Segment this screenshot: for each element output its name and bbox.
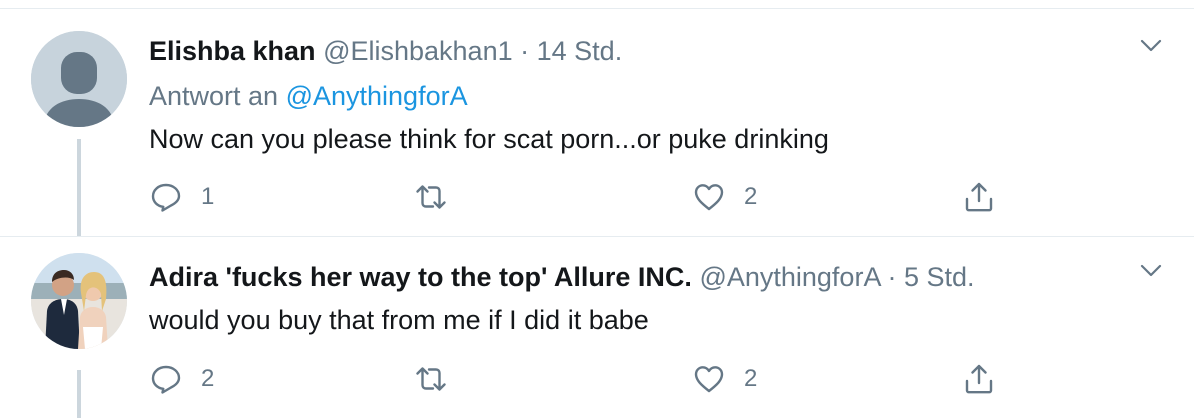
timestamp[interactable]: 5 Std.: [904, 262, 975, 292]
retweet-button[interactable]: [414, 359, 448, 399]
reply-prefix: Antwort an: [149, 81, 279, 111]
share-icon: [965, 364, 993, 394]
replying-to: Antwort an @AnythingforA: [149, 79, 468, 113]
tweet-text: Now can you please think for scat porn..…: [149, 124, 829, 154]
user-handle[interactable]: @Elishbakhan1: [323, 36, 513, 66]
reply-mention-link[interactable]: @AnythingforA: [286, 81, 468, 111]
reply-count: 1: [201, 183, 215, 210]
separator-dot: ·: [887, 262, 897, 292]
user-handle[interactable]: @AnythingforA: [699, 262, 880, 292]
profile-photo-avatar: [31, 253, 127, 349]
retweet-icon: [416, 367, 446, 391]
retweet-button[interactable]: [414, 177, 448, 217]
reply-icon: [151, 365, 181, 394]
like-button[interactable]: 2: [692, 177, 757, 217]
like-count: 2: [744, 365, 758, 392]
display-name[interactable]: Elishba khan: [149, 36, 316, 66]
like-count: 2: [744, 183, 758, 210]
tweet-header: Elishba khan @Elishbakhan1 · 14 Std.: [149, 34, 622, 68]
display-name[interactable]: Adira 'fucks her way to the top' Allure …: [149, 262, 692, 292]
separator-dot: ·: [520, 36, 530, 66]
chevron-down-icon[interactable]: [1140, 39, 1162, 53]
share-button[interactable]: [962, 177, 996, 217]
thread-line: [77, 139, 81, 236]
action-bar: 1 2: [149, 177, 1149, 217]
like-icon: [694, 366, 724, 393]
reply-button[interactable]: 2: [149, 359, 214, 399]
timestamp[interactable]: 14 Std.: [537, 36, 623, 66]
thread-line: [77, 370, 81, 418]
reply-button[interactable]: 1: [149, 177, 214, 217]
tweet[interactable]: Elishba khan @Elishbakhan1 · 14 Std. Ant…: [0, 9, 1194, 237]
avatar[interactable]: [31, 31, 127, 127]
tweet-text: would you buy that from me if I did it b…: [149, 305, 649, 335]
reply-count: 2: [201, 365, 215, 392]
action-bar: 2 2: [149, 359, 1149, 399]
like-button[interactable]: 2: [692, 359, 757, 399]
reply-icon: [151, 183, 181, 212]
tweet-header: Adira 'fucks her way to the top' Allure …: [149, 260, 975, 294]
like-icon: [694, 184, 724, 211]
retweet-icon: [416, 185, 446, 209]
avatar[interactable]: [31, 253, 127, 349]
default-avatar-icon: [31, 31, 127, 127]
chevron-down-icon[interactable]: [1140, 264, 1162, 278]
share-icon: [965, 182, 993, 212]
share-button[interactable]: [962, 359, 996, 399]
tweet[interactable]: Adira 'fucks her way to the top' Allure …: [0, 237, 1194, 418]
